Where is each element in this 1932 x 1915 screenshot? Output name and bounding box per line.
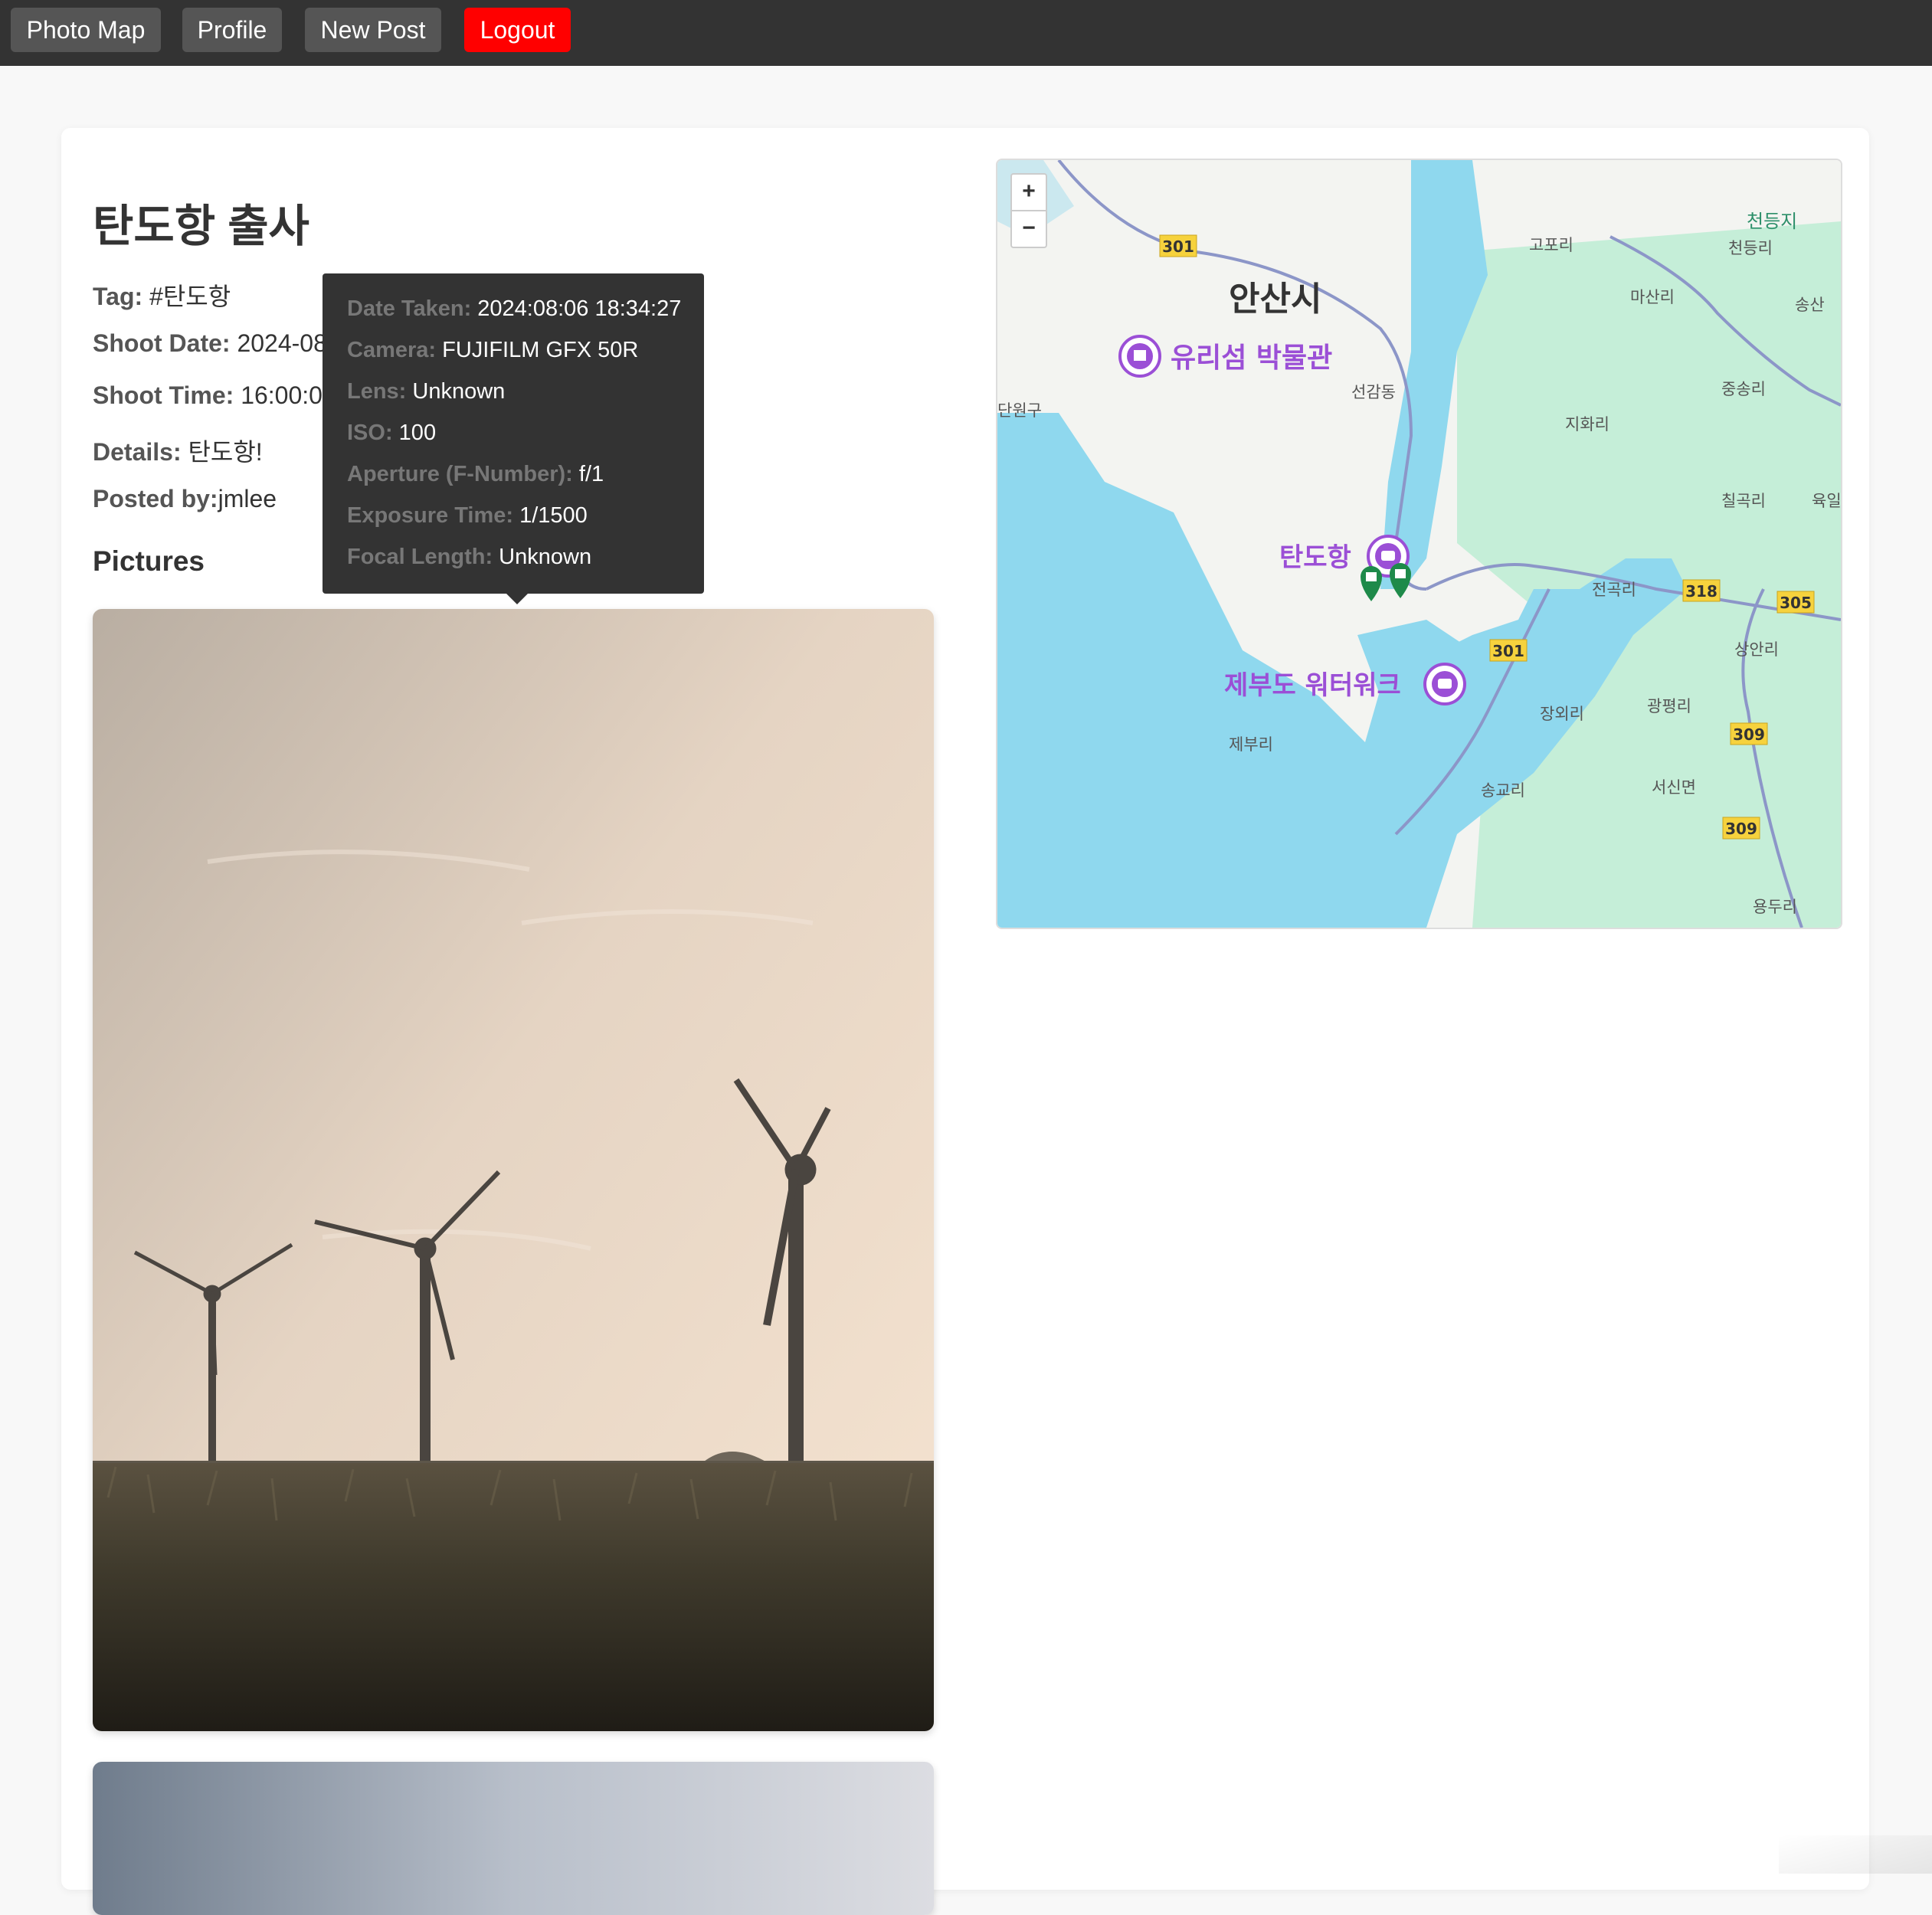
poi-jebudo-waterwalk-label: 제부도 워터워크 (1224, 670, 1401, 701)
shoot-time-line: Shoot Time: 16:00:00 (93, 381, 336, 410)
tooltip-row-lens: Lens: Unknown (347, 379, 506, 404)
details-value: 탄도항! (181, 438, 263, 466)
tooltip-row-exposure: Exposure Time: 1/1500 (347, 503, 588, 528)
map-zoom-in-button[interactable]: + (1010, 173, 1047, 211)
map-place-label-13: 광평리 (1647, 697, 1691, 715)
route-shield-309-b: 309 (1725, 820, 1757, 838)
poi-tandohang[interactable]: 탄도항 (1279, 535, 1410, 578)
map-place-label-4: 선감동 (1351, 383, 1396, 401)
map-place-label-16: 서신면 (1652, 778, 1696, 797)
map-place-label-14: 제부리 (1229, 735, 1273, 754)
route-shield-301-a: 301 (1162, 237, 1194, 256)
route-shield-309-a: 309 (1733, 725, 1765, 744)
poi-jebudo-waterwalk[interactable]: 제부도 워터워크 (1224, 663, 1466, 705)
tag-label: Tag: (93, 283, 143, 310)
tooltip-row-aperture: Aperture (F-Number): f/1 (347, 462, 604, 486)
map-place-label-11: 상안리 (1734, 640, 1779, 659)
shoot-date-label: Shoot Date: (93, 329, 231, 357)
posted-by-line: Posted by:jmlee (93, 485, 277, 513)
posted-by-value: jmlee (218, 485, 277, 512)
poi-glass-museum-label: 유리섬 박물관 (1171, 342, 1332, 374)
map-place-label-5: 단원구 (997, 401, 1042, 420)
map-place-label-9: 육일 (1812, 492, 1841, 510)
map-place-label-10: 전곡리 (1592, 581, 1636, 599)
route-shield-305: 305 (1780, 594, 1812, 612)
poi-tandohang-label: 탄도항 (1279, 542, 1351, 573)
photo-map-button[interactable]: Photo Map (11, 8, 161, 52)
map-place-label-2: 마산리 (1630, 288, 1675, 306)
map-city-label: 안산시 (1229, 280, 1321, 319)
post-photo-wind-turbines[interactable] (93, 609, 934, 1731)
tooltip-row-focal-length: Focal Length: Unknown (347, 545, 592, 569)
map-place-label-1: 천등리 (1728, 239, 1773, 257)
map-zoom-out-button[interactable]: − (1010, 210, 1047, 248)
tag-value[interactable]: #탄도항 (142, 283, 231, 310)
map-tiles: 301 301 318 305 309 309 안산시 고포리 천등리 마산리 … (997, 160, 1841, 928)
shoot-time-value: 16:00:00 (234, 381, 336, 409)
post-photo-second[interactable] (93, 1762, 934, 1915)
map-place-label-3: 송산 (1795, 296, 1825, 314)
shoot-time-label: Shoot Time: (93, 381, 234, 409)
wind-turbine-photo-image (93, 609, 934, 1731)
logout-button[interactable]: Logout (464, 8, 571, 52)
photo-location-map[interactable]: 301 301 318 305 309 309 안산시 고포리 천등리 마산리 … (996, 159, 1842, 929)
tooltip-row-iso: ISO: 100 (347, 421, 437, 445)
map-place-label-0: 고포리 (1529, 236, 1573, 254)
page-corner-shadow (1779, 1835, 1932, 1874)
exif-tooltip: Date Taken: 2024:08:06 18:34:27 Camera: … (323, 273, 704, 604)
tooltip-row-camera: Camera: FUJIFILM GFX 50R (347, 338, 639, 362)
map-place-label-12: 장외리 (1540, 705, 1584, 723)
map-place-label-17: 용두리 (1753, 898, 1797, 916)
map-place-label-8: 칠곡리 (1721, 492, 1766, 510)
post-title: 탄도항 출사 (93, 201, 309, 251)
map-place-label-15: 송교리 (1481, 781, 1525, 800)
posted-by-label: Posted by: (93, 485, 218, 512)
route-shield-318: 318 (1685, 582, 1718, 601)
tag-line: Tag: #탄도항 (93, 277, 231, 313)
profile-button[interactable]: Profile (182, 8, 282, 52)
map-place-label-6: 중송리 (1721, 380, 1766, 398)
new-post-button[interactable]: New Post (305, 8, 441, 52)
poi-glass-museum[interactable]: 유리섬 박물관 (1118, 335, 1332, 378)
map-place-label-7: 지화리 (1565, 415, 1609, 434)
details-label: Details: (93, 438, 182, 466)
top-navbar: Photo Map Profile New Post Logout (0, 0, 1932, 66)
route-shield-301-b: 301 (1492, 642, 1524, 660)
pictures-heading: Pictures (93, 545, 205, 577)
second-photo-image (93, 1762, 934, 1915)
map-place-label-18: 천등지 (1747, 211, 1797, 232)
tooltip-row-date-taken: Date Taken: 2024:08:06 18:34:27 (347, 296, 682, 321)
details-line: Details: 탄도항! (93, 433, 263, 468)
